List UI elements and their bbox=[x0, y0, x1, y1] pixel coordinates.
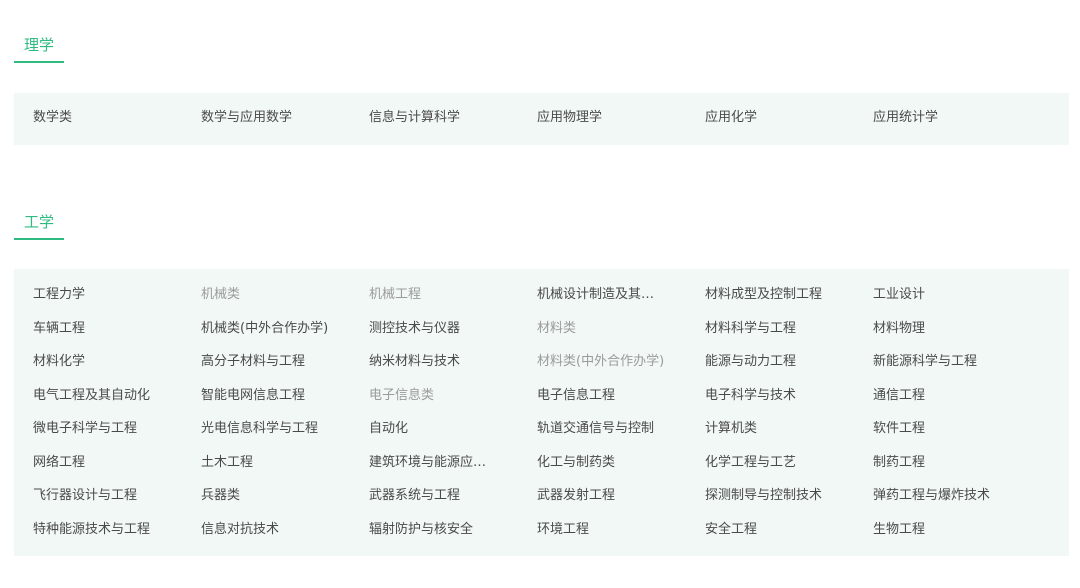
major-link[interactable]: 机械设计制造及其自动化 bbox=[537, 286, 665, 304]
major-link[interactable]: 数学类 bbox=[33, 109, 161, 127]
major-link[interactable]: 通信工程 bbox=[873, 387, 1001, 405]
major-link[interactable]: 应用物理学 bbox=[537, 109, 665, 127]
major-grid-engineering: 工程力学 机械类 机械工程 机械设计制造及其自动化 材料成型及控制工程 工业设计车辆工程 机… bbox=[33, 286, 1041, 554]
major-link[interactable]: 微电子科学与工程 bbox=[33, 420, 161, 438]
major-link[interactable]: 化工与制药类 bbox=[537, 454, 665, 472]
major-link[interactable]: 生物工程 bbox=[873, 521, 1001, 539]
major-link[interactable]: 电气工程及其自动化 bbox=[33, 387, 161, 405]
major-link[interactable]: 特种能源技术与工程 bbox=[33, 521, 161, 539]
section-title-text: 理学 bbox=[24, 36, 55, 54]
major-link[interactable]: 纳米材料与技术 bbox=[369, 353, 497, 371]
major-link[interactable]: 新能源科学与工程 bbox=[873, 353, 1001, 371]
major-link[interactable]: 化学工程与工艺 bbox=[705, 454, 833, 472]
major-link[interactable]: 安全工程 bbox=[705, 521, 833, 539]
major-link[interactable]: 智能电网信息工程 bbox=[201, 387, 329, 405]
major-link[interactable]: 计算机类 bbox=[705, 420, 833, 438]
major-link[interactable]: 机械类 bbox=[201, 286, 329, 304]
major-link[interactable]: 弹药工程与爆炸技术 bbox=[873, 487, 1001, 505]
major-link[interactable]: 网络工程 bbox=[33, 454, 161, 472]
major-link[interactable]: 制药工程 bbox=[873, 454, 1001, 472]
major-grid-science: 数学类 数学与应用数学 信息与计算科学 应用物理学 应用化学 应用统计学 bbox=[33, 109, 1041, 127]
major-panel-science: 数学类 数学与应用数学 信息与计算科学 应用物理学 应用化学 应用统计学 bbox=[14, 93, 1069, 145]
major-link[interactable]: 电子信息类 bbox=[369, 387, 497, 405]
major-link[interactable]: 工程力学 bbox=[33, 286, 161, 304]
major-link[interactable]: 材料化学 bbox=[33, 353, 161, 371]
major-link[interactable]: 工业设计 bbox=[873, 286, 1001, 304]
major-link[interactable]: 高分子材料与工程 bbox=[201, 353, 329, 371]
major-panel-engineering: 工程力学 机械类 机械工程 机械设计制造及其自动化 材料成型及控制工程 工业设计车辆工程 机… bbox=[14, 269, 1069, 556]
major-link[interactable]: 武器系统与工程 bbox=[369, 487, 497, 505]
major-link[interactable]: 飞行器设计与工程 bbox=[33, 487, 161, 505]
major-link[interactable]: 测控技术与仪器 bbox=[369, 320, 497, 338]
section-title-science: 理学 bbox=[14, 35, 64, 63]
major-link[interactable]: 材料类(中外合作办学) bbox=[537, 353, 665, 371]
major-link[interactable]: 机械类(中外合作办学) bbox=[201, 320, 329, 338]
major-link[interactable]: 辐射防护与核安全 bbox=[369, 521, 497, 539]
major-link[interactable]: 建筑环境与能源应用工程 bbox=[369, 454, 497, 472]
major-link[interactable]: 兵器类 bbox=[201, 487, 329, 505]
major-link[interactable]: 应用统计学 bbox=[873, 109, 1001, 127]
major-link[interactable]: 材料物理 bbox=[873, 320, 1001, 338]
major-link[interactable]: 材料成型及控制工程 bbox=[705, 286, 833, 304]
major-link[interactable]: 轨道交通信号与控制 bbox=[537, 420, 665, 438]
major-link[interactable]: 信息对抗技术 bbox=[201, 521, 329, 539]
major-link[interactable]: 数学与应用数学 bbox=[201, 109, 329, 127]
major-link[interactable]: 车辆工程 bbox=[33, 320, 161, 338]
major-link[interactable]: 应用化学 bbox=[705, 109, 833, 127]
major-link[interactable]: 武器发射工程 bbox=[537, 487, 665, 505]
major-link[interactable]: 电子科学与技术 bbox=[705, 387, 833, 405]
major-link[interactable]: 电子信息工程 bbox=[537, 387, 665, 405]
major-link[interactable]: 软件工程 bbox=[873, 420, 1001, 438]
major-link[interactable]: 机械工程 bbox=[369, 286, 497, 304]
section-title-engineering: 工学 bbox=[14, 212, 64, 240]
major-link[interactable]: 信息与计算科学 bbox=[369, 109, 497, 127]
major-link[interactable]: 材料类 bbox=[537, 320, 665, 338]
major-link[interactable]: 环境工程 bbox=[537, 521, 665, 539]
major-link[interactable]: 自动化 bbox=[369, 420, 497, 438]
major-catalog-page: 理学 数学类 数学与应用数学 信息与计算科学 应用物理学 应用化学 应用统计学 工学 工程… bbox=[0, 0, 1080, 588]
major-link[interactable]: 光电信息科学与工程 bbox=[201, 420, 329, 438]
section-title-text: 工学 bbox=[24, 213, 55, 231]
major-link[interactable]: 能源与动力工程 bbox=[705, 353, 833, 371]
major-link[interactable]: 土木工程 bbox=[201, 454, 329, 472]
major-link[interactable]: 探测制导与控制技术 bbox=[705, 487, 833, 505]
major-link[interactable]: 材料科学与工程 bbox=[705, 320, 833, 338]
